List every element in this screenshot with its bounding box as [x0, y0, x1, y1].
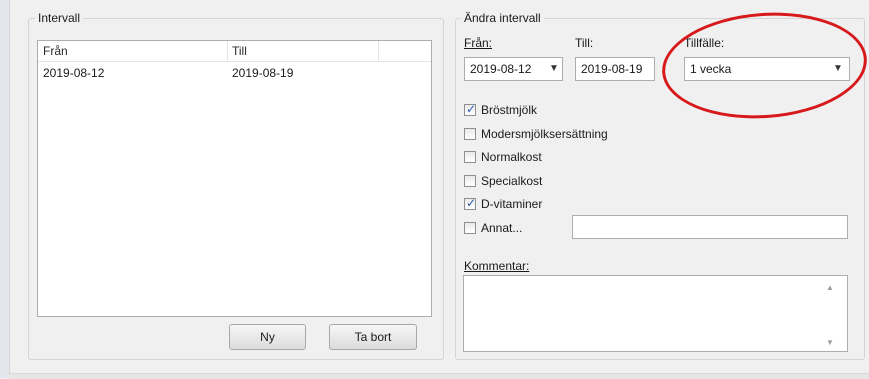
interval-list[interactable]: Från Till 2019-08-12 2019-08-19: [37, 40, 432, 317]
checkbox-box[interactable]: ✓: [464, 102, 477, 116]
column-separator[interactable]: [378, 41, 379, 61]
to-date-value: 2019-08-19: [581, 62, 643, 76]
interval-list-header: Från Till: [38, 41, 431, 62]
checkbox-box[interactable]: [464, 128, 476, 140]
delete-interval-button[interactable]: Ta bort: [329, 324, 417, 350]
checkbox-label: Bröstmjölk: [481, 103, 538, 117]
other-text-field[interactable]: [572, 215, 848, 239]
window-edge-left: [0, 0, 10, 378]
cell-to: 2019-08-19: [232, 66, 294, 80]
comment-textarea[interactable]: [463, 275, 848, 352]
window-edge-bottom: [9, 373, 869, 379]
check-icon: ✓: [466, 102, 477, 116]
from-date-picker[interactable]: 2019-08-12 ▼: [464, 57, 563, 81]
checkbox-label: D-vitaminer: [481, 197, 543, 211]
checkbox-label: Specialkost: [481, 174, 543, 188]
comment-label: Kommentar:: [464, 259, 530, 273]
checkbox-box[interactable]: [464, 175, 476, 187]
from-date-value: 2019-08-12: [470, 62, 532, 76]
new-interval-button[interactable]: Ny: [229, 324, 306, 350]
interval-dialog: Intervall Från Till 2019-08-12 2019-08-1…: [0, 0, 869, 379]
chevron-down-icon[interactable]: ▼: [549, 63, 559, 74]
edit-group-title: Ändra intervall: [461, 11, 544, 25]
scroll-down-icon[interactable]: ▼: [826, 338, 834, 347]
to-date-picker[interactable]: 2019-08-19: [575, 57, 655, 81]
column-separator[interactable]: [227, 41, 228, 61]
to-label: Till:: [575, 36, 594, 50]
table-row[interactable]: 2019-08-12 2019-08-19: [38, 64, 431, 84]
checkbox-box[interactable]: [464, 222, 476, 234]
intervall-group-title: Intervall: [35, 11, 84, 25]
checkbox-box[interactable]: [464, 151, 476, 163]
checkbox-label: Normalkost: [481, 150, 542, 164]
column-header-to[interactable]: Till: [232, 44, 247, 58]
checkbox-label: Modersmjölksersättning: [481, 127, 608, 141]
checkbox-box[interactable]: ✓: [464, 196, 477, 210]
from-label: Från:: [464, 36, 493, 50]
check-icon: ✓: [466, 196, 477, 210]
scroll-up-icon[interactable]: ▲: [826, 283, 834, 292]
cell-from: 2019-08-12: [43, 66, 105, 80]
column-header-from[interactable]: Från: [43, 44, 68, 58]
checkbox-label: Annat...: [481, 221, 523, 235]
